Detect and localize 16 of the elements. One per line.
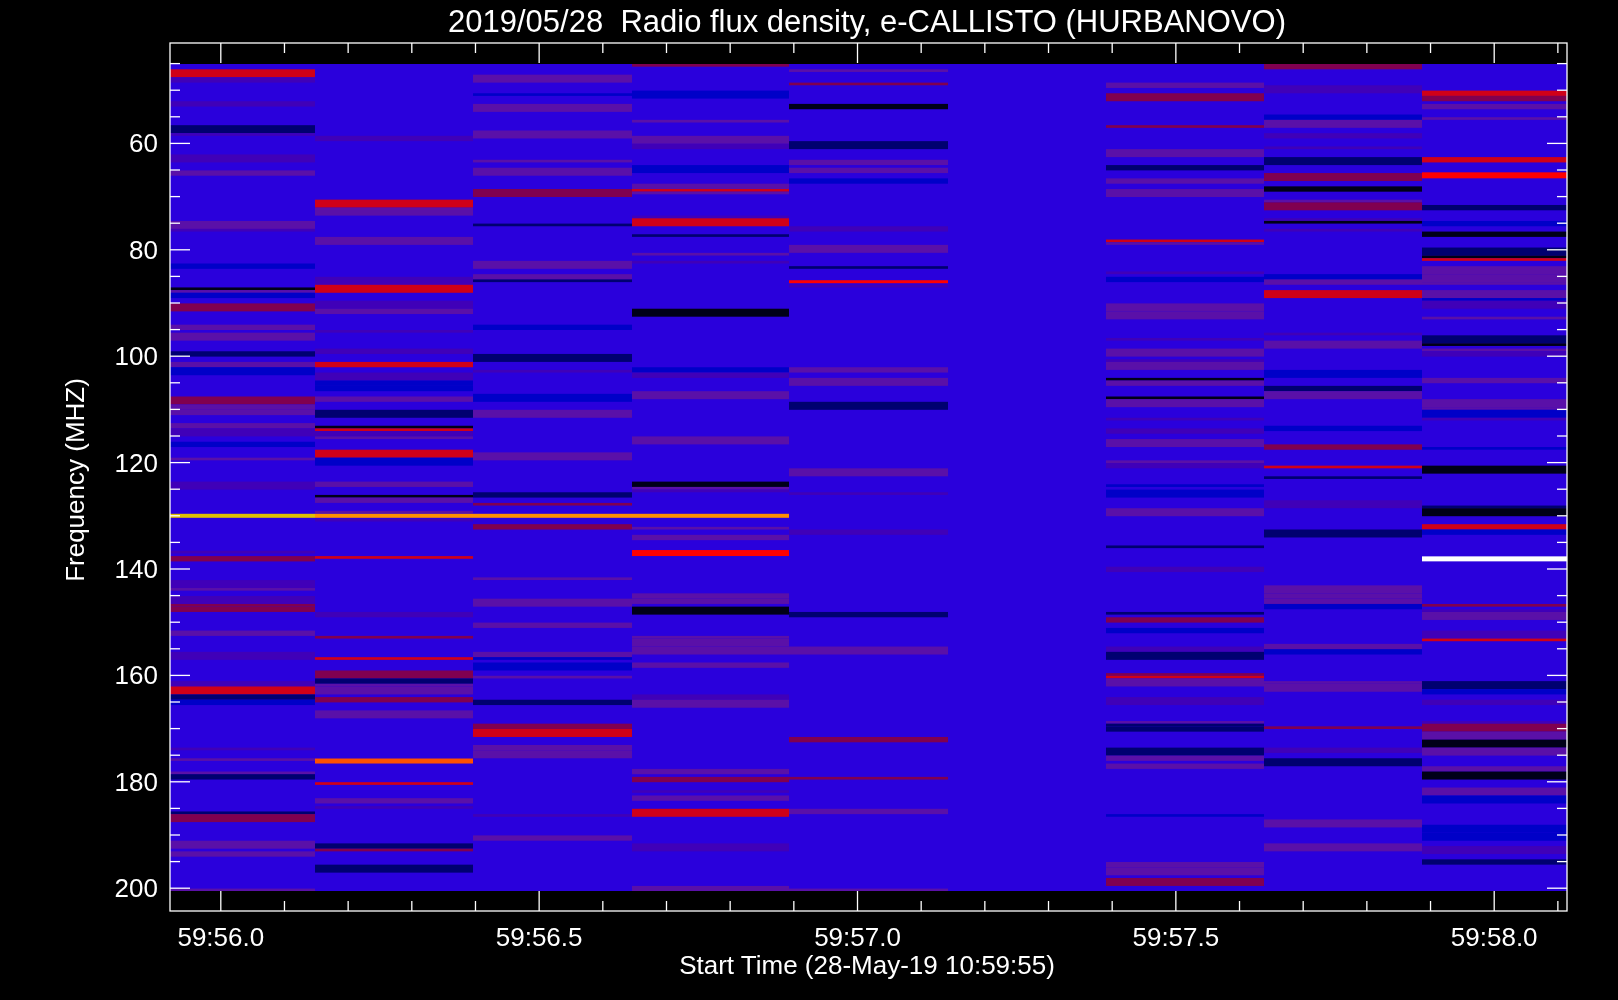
y-tick-label: 100 bbox=[114, 341, 158, 372]
chart-title: 2019/05/28 Radio flux density, e-CALLISTO (HURBANOVO) bbox=[448, 4, 1286, 39]
y-tick-label: 180 bbox=[114, 766, 158, 797]
y-tick-label: 160 bbox=[114, 660, 158, 691]
x-tick-label: 59:57.0 bbox=[814, 922, 901, 952]
y-tick-label: 80 bbox=[129, 234, 158, 265]
y-tick-label: 200 bbox=[114, 873, 158, 904]
x-tick-label: 59:58.0 bbox=[1450, 922, 1538, 952]
y-axis-title: Frequency (MHZ) bbox=[60, 378, 90, 582]
x-axis-title: Start Time (28-May-19 10:59:55) bbox=[679, 950, 1055, 980]
x-tick-label: 59:57.5 bbox=[1132, 922, 1220, 952]
x-tick-label: 59:56.5 bbox=[495, 922, 583, 952]
x-tick-label: 59:56.0 bbox=[177, 922, 265, 952]
y-tick-label: 120 bbox=[114, 447, 158, 478]
y-tick-label: 60 bbox=[129, 128, 158, 159]
y-tick-label: 140 bbox=[114, 554, 158, 584]
